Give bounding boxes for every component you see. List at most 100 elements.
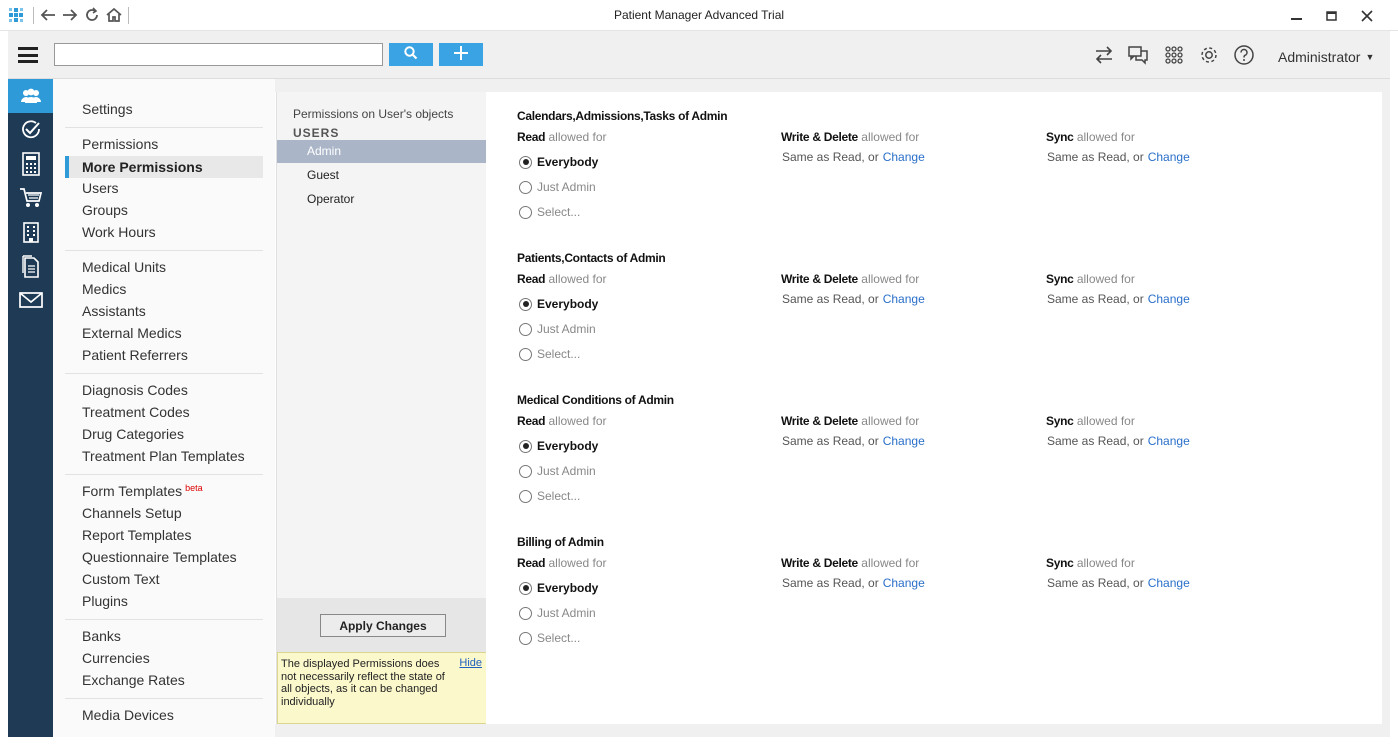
settings-item-banks[interactable]: Banks xyxy=(82,628,121,644)
settings-item-custom-text[interactable]: Custom Text xyxy=(82,571,160,587)
read-option-select[interactable]: Select... xyxy=(519,631,580,645)
rail-documents[interactable] xyxy=(8,249,53,283)
settings-item-users[interactable]: Users xyxy=(82,180,119,196)
chat-icon[interactable] xyxy=(1127,44,1149,66)
help-icon[interactable] xyxy=(1233,44,1255,66)
settings-item-media-devices[interactable]: Media Devices xyxy=(82,707,174,723)
read-label: Read xyxy=(517,414,546,428)
read-permission-header: Read allowed for xyxy=(517,414,607,428)
same-as-read-text: Same as Read, or xyxy=(782,292,879,306)
user-item-admin[interactable]: Admin xyxy=(277,140,487,163)
menu-icon[interactable] xyxy=(18,47,38,63)
settings-item-exchange-rates[interactable]: Exchange Rates xyxy=(82,672,185,688)
settings-item-diagnosis-codes[interactable]: Diagnosis Codes xyxy=(82,382,188,398)
sync-change-link[interactable]: Change xyxy=(1148,434,1190,448)
users-icon xyxy=(20,88,41,103)
permissions-content: Calendars,Admissions,Tasks of Admin Read … xyxy=(486,92,1382,724)
apps-grid-icon[interactable] xyxy=(1163,44,1185,66)
settings-item-groups[interactable]: Groups xyxy=(82,202,128,218)
hide-note-link[interactable]: Hide xyxy=(459,657,482,670)
radio-button[interactable] xyxy=(519,581,532,595)
sync-permission-header: Sync allowed for xyxy=(1046,414,1135,428)
rail-messages[interactable] xyxy=(8,283,53,317)
settings-item-form-templates[interactable]: Form Templates beta xyxy=(82,483,203,499)
radio-button[interactable] xyxy=(519,631,532,645)
settings-item-medical-units[interactable]: Medical Units xyxy=(82,259,166,275)
read-option-everybody[interactable]: Everybody xyxy=(519,155,598,169)
write-change-link[interactable]: Change xyxy=(883,150,925,164)
rail-billing[interactable] xyxy=(8,147,53,181)
settings-item-assistants[interactable]: Assistants xyxy=(82,303,146,319)
radio-button[interactable] xyxy=(519,180,532,194)
user-item-guest[interactable]: Guest xyxy=(277,164,487,187)
sync-change-link[interactable]: Change xyxy=(1148,150,1190,164)
rail-shop[interactable] xyxy=(8,181,53,215)
settings-item-patient-referrers[interactable]: Patient Referrers xyxy=(82,347,188,363)
radio-button[interactable] xyxy=(519,347,532,361)
radio-button[interactable] xyxy=(519,606,532,620)
sync-change-link[interactable]: Change xyxy=(1148,576,1190,590)
read-option-everybody[interactable]: Everybody xyxy=(519,439,598,453)
write-permission-header: Write & Delete allowed for xyxy=(781,414,919,428)
same-as-read-text: Same as Read, or xyxy=(782,434,879,448)
rail-users[interactable] xyxy=(8,79,53,113)
radio-button[interactable] xyxy=(519,464,532,478)
sync-arrows-icon[interactable] xyxy=(1093,44,1115,66)
read-option-just-admin[interactable]: Just Admin xyxy=(519,606,596,620)
radio-button[interactable] xyxy=(519,297,532,311)
maximize-icon[interactable] xyxy=(1325,10,1339,22)
read-option-everybody[interactable]: Everybody xyxy=(519,581,598,595)
read-option-select[interactable]: Select... xyxy=(519,205,580,219)
search-button[interactable] xyxy=(389,43,433,66)
settings-item-treatment-plan-templates[interactable]: Treatment Plan Templates xyxy=(82,448,245,464)
settings-item-treatment-codes[interactable]: Treatment Codes xyxy=(82,404,190,420)
radio-button[interactable] xyxy=(519,155,532,169)
user-item-operator[interactable]: Operator xyxy=(277,188,487,211)
settings-item-permissions[interactable]: Permissions xyxy=(82,136,158,152)
settings-item-label: Custom Text xyxy=(82,571,160,587)
radio-button[interactable] xyxy=(519,205,532,219)
read-option-just-admin[interactable]: Just Admin xyxy=(519,322,596,336)
write-change-link[interactable]: Change xyxy=(883,434,925,448)
apply-changes-button[interactable]: Apply Changes xyxy=(320,614,446,637)
sync-label: Sync xyxy=(1046,556,1074,570)
beta-badge: beta xyxy=(185,483,203,493)
write-change-link[interactable]: Change xyxy=(883,576,925,590)
write-change-link[interactable]: Change xyxy=(883,292,925,306)
settings-item-label: Medical Units xyxy=(82,259,167,275)
search-input[interactable] xyxy=(54,43,383,66)
settings-item-channels-setup[interactable]: Channels Setup xyxy=(82,505,182,521)
read-option-select[interactable]: Select... xyxy=(519,347,580,361)
read-option-just-admin[interactable]: Just Admin xyxy=(519,464,596,478)
radio-label: Everybody xyxy=(537,155,599,169)
radio-button[interactable] xyxy=(519,322,532,336)
settings-item-label: Exchange Rates xyxy=(82,672,185,688)
same-as-read-text: Same as Read, or xyxy=(782,150,879,164)
rail-tasks[interactable] xyxy=(8,113,53,147)
sync-change-link[interactable]: Change xyxy=(1148,292,1190,306)
settings-sidebar: Settings Permissions More Permissions Users… xyxy=(53,79,275,737)
settings-item-external-medics[interactable]: External Medics xyxy=(82,325,182,341)
user-menu[interactable]: Administrator ▼ xyxy=(1278,49,1374,65)
settings-item-work-hours[interactable]: Work Hours xyxy=(82,224,156,240)
settings-item-drug-categories[interactable]: Drug Categories xyxy=(82,426,184,442)
read-option-everybody[interactable]: Everybody xyxy=(519,297,598,311)
settings-item-report-templates[interactable]: Report Templates xyxy=(82,527,191,543)
radio-button[interactable] xyxy=(519,439,532,453)
settings-item-plugins[interactable]: Plugins xyxy=(82,593,128,609)
read-option-select[interactable]: Select... xyxy=(519,489,580,503)
sync-label: Sync xyxy=(1046,272,1074,286)
radio-button[interactable] xyxy=(519,489,532,503)
settings-item-currencies[interactable]: Currencies xyxy=(82,650,150,666)
settings-item-label: Settings xyxy=(82,101,133,117)
gear-icon[interactable] xyxy=(1198,44,1220,66)
read-option-just-admin[interactable]: Just Admin xyxy=(519,180,596,194)
settings-item-questionnaire-templates[interactable]: Questionnaire Templates xyxy=(82,549,237,565)
settings-item-medics[interactable]: Medics xyxy=(82,281,126,297)
close-icon[interactable] xyxy=(1360,10,1374,22)
rail-organization[interactable] xyxy=(8,215,53,249)
settings-item-label: Medics xyxy=(82,281,127,297)
minimize-icon[interactable] xyxy=(1290,10,1304,22)
settings-item-more-permissions[interactable]: More Permissions xyxy=(65,156,263,178)
add-button[interactable] xyxy=(439,43,483,66)
